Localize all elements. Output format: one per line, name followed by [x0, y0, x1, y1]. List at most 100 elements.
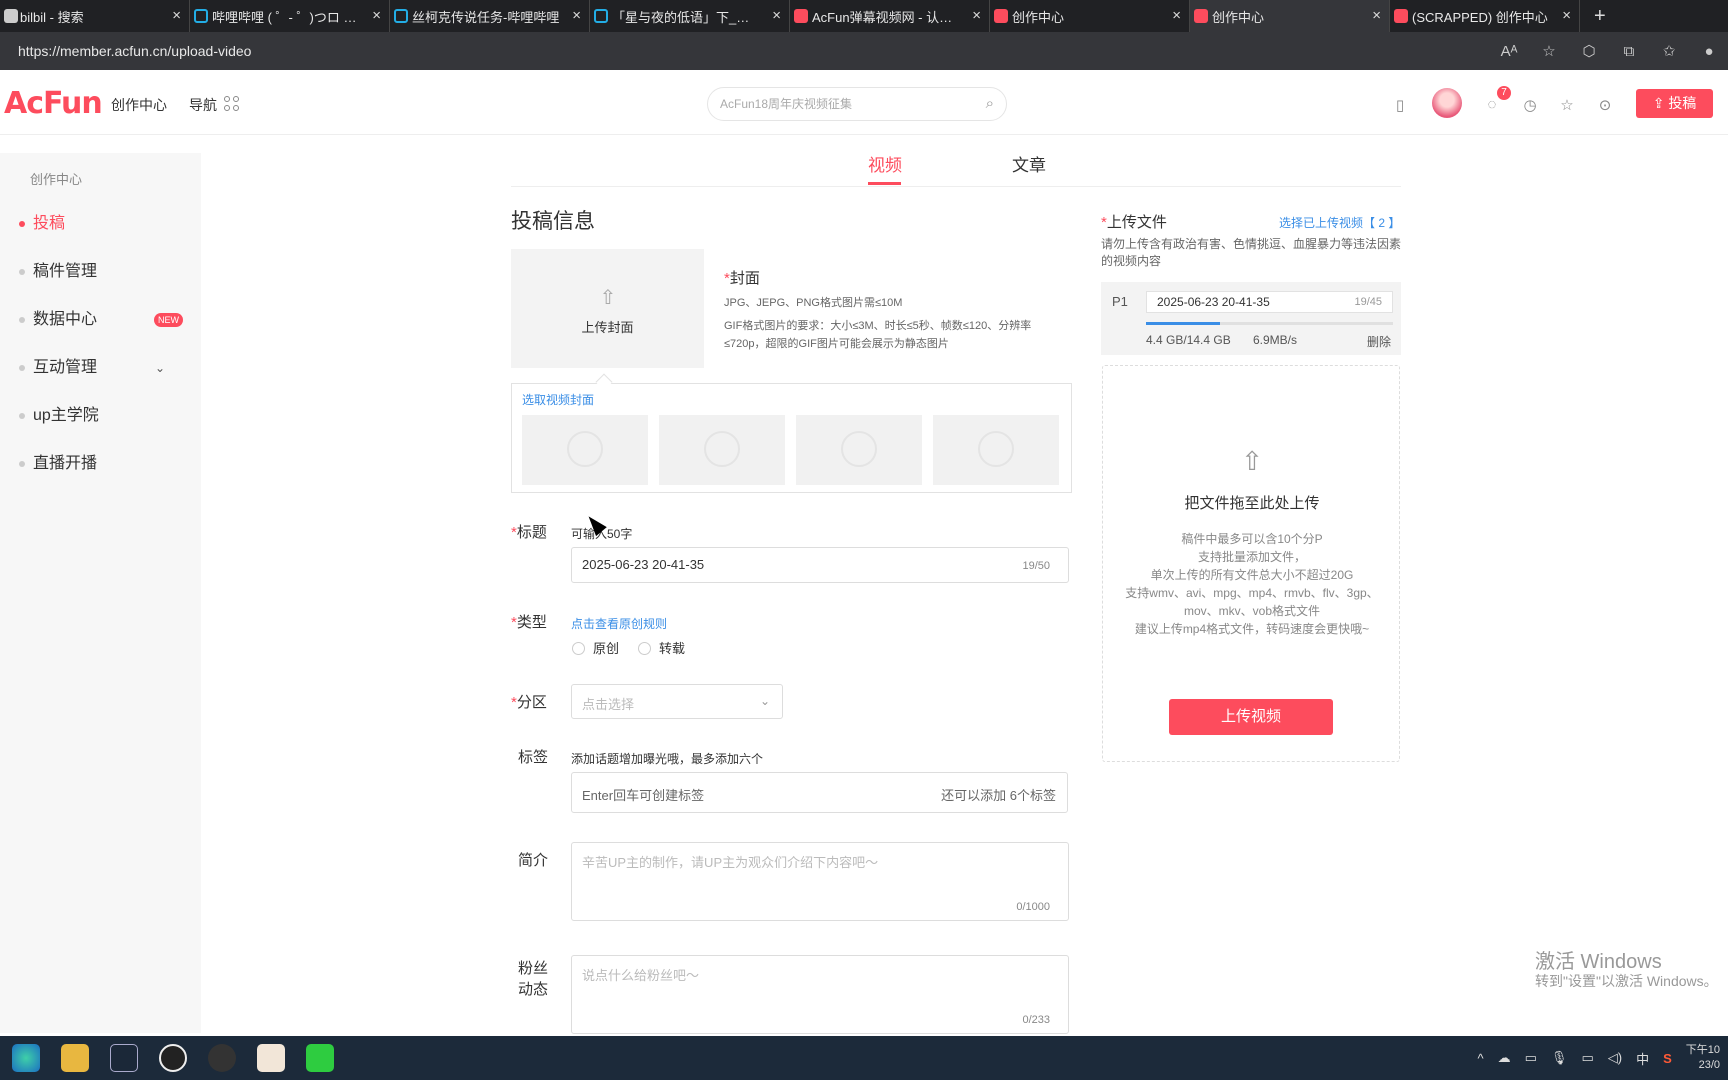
- satellite-app-icon[interactable]: [208, 1044, 236, 1072]
- cover-upload-box[interactable]: ⇧ 上传封面: [511, 249, 704, 368]
- category-select[interactable]: 点击选择 ⌄: [571, 684, 783, 719]
- title-count: 19/50: [1022, 560, 1050, 572]
- search-icon[interactable]: ⌕: [986, 88, 994, 120]
- close-icon[interactable]: ×: [1372, 7, 1381, 24]
- cover-gif-hint: GIF格式图片的要求：大小≤3M、时长≤5秒、帧数≤120、分辨率≤720p，超…: [724, 320, 1032, 350]
- volume-icon[interactable]: ◁): [1608, 1050, 1622, 1066]
- file-drop-zone[interactable]: ⇧ 把文件拖至此处上传 稿件中最多可以含10个分P 支持批量添加文件， 单次上传的所…: [1102, 365, 1400, 762]
- sidebar-item-interaction[interactable]: 互动管理 ⌄: [0, 353, 201, 383]
- cover-thumbnail[interactable]: [796, 415, 922, 485]
- tags-remaining: 还可以添加 6个标签: [941, 788, 1056, 803]
- radio-original[interactable]: 原创: [572, 638, 619, 657]
- close-icon[interactable]: ×: [772, 7, 781, 24]
- drop-hints: 稿件中最多可以含10个分P 支持批量添加文件， 单次上传的所有文件总大小不超过20G…: [1103, 530, 1401, 638]
- post-button[interactable]: ⇪ 投稿: [1636, 89, 1713, 118]
- intro-count: 0/1000: [1016, 901, 1050, 913]
- browser-tab[interactable]: bilbil - 搜索 ×: [0, 0, 190, 32]
- sogou-icon[interactable]: S: [1663, 1051, 1672, 1066]
- tab-video[interactable]: 视频: [868, 151, 902, 176]
- taskbar: ^ ☁ ▭ 🎙 ▭ ◁) 中 S 下午10 23/0: [0, 1036, 1728, 1080]
- browser-tab-bar: bilbil - 搜索 × 哔哩哔哩 ( ゜- ゜)つロ 干杯 × 丝柯克传说任务-…: [0, 0, 1728, 32]
- intro-textarea[interactable]: 辛苦UP主的制作，请UP主为观众们介绍下内容吧～ 0/1000: [571, 842, 1069, 921]
- acfun-logo[interactable]: AcFun: [4, 86, 103, 121]
- network-icon[interactable]: ▭: [1525, 1050, 1537, 1066]
- cover-thumbnail[interactable]: [522, 415, 648, 485]
- tags-input[interactable]: Enter回车可创建标签 还可以添加 6个标签: [571, 772, 1068, 813]
- acfun-favicon-icon: [994, 9, 1008, 23]
- history-icon[interactable]: ◷: [1521, 96, 1539, 114]
- new-badge: NEW: [154, 313, 183, 327]
- dot-icon: [19, 221, 25, 227]
- close-icon[interactable]: ×: [1172, 7, 1181, 24]
- creator-center-link[interactable]: 创作中心: [111, 95, 167, 115]
- edge-icon[interactable]: [12, 1044, 40, 1072]
- close-icon[interactable]: ×: [372, 7, 381, 24]
- sidebar-item-data[interactable]: 数据中心 NEW: [0, 305, 201, 335]
- read-aloud-icon[interactable]: Aᴬ: [1500, 43, 1518, 60]
- active-tab-indicator: [868, 182, 901, 185]
- upload-icon: ⇧: [599, 287, 617, 309]
- microphone-icon[interactable]: 🎙: [1551, 1050, 1568, 1066]
- chevron-up-icon[interactable]: ^: [1478, 1051, 1484, 1066]
- location-icon[interactable]: ⊙: [1596, 96, 1614, 114]
- browser-tab[interactable]: 丝柯克传说任务-哔哩哔哩 ×: [390, 0, 590, 32]
- mobile-icon[interactable]: ▯: [1391, 96, 1409, 114]
- bilibili-favicon-icon: [194, 9, 208, 23]
- sidebar: 创作中心 投稿 稿件管理 数据中心 NEW 互动管理 ⌄ up主学院 直播开播: [0, 153, 201, 1033]
- avatar[interactable]: [1432, 88, 1462, 118]
- display-icon[interactable]: ▭: [1581, 1050, 1593, 1066]
- fans-dynamic-textarea[interactable]: 说点什么给粉丝吧～ 0/233: [571, 955, 1069, 1034]
- grid-icon[interactable]: [224, 96, 239, 111]
- game-app-icon[interactable]: [257, 1044, 285, 1072]
- file-name-input[interactable]: 2025-06-23 20-41-35 19/45: [1146, 291, 1393, 313]
- original-rules-link[interactable]: 点击查看原创规则: [571, 615, 667, 632]
- close-icon[interactable]: ×: [572, 7, 581, 24]
- delete-button[interactable]: 删除: [1367, 333, 1391, 350]
- browser-tab[interactable]: AcFun弹幕视频网 - 认真你 ×: [790, 0, 990, 32]
- tab-article[interactable]: 文章: [1012, 151, 1046, 176]
- browser-tab-active[interactable]: 创作中心 ×: [1190, 0, 1390, 32]
- favorites-star-icon[interactable]: ☆: [1558, 96, 1576, 114]
- activation-watermark-hint: 转到"设置"以激活 Windows。: [1535, 973, 1718, 989]
- cover-thumbnail[interactable]: [933, 415, 1059, 485]
- close-icon[interactable]: ×: [972, 7, 981, 24]
- nav-link[interactable]: 导航: [189, 95, 217, 115]
- browser-tab[interactable]: (SCRAPPED) 创作中心 ×: [1390, 0, 1580, 32]
- sidebar-item-academy[interactable]: up主学院: [0, 401, 201, 431]
- new-tab-button[interactable]: +: [1594, 5, 1606, 28]
- cover-thumbnail[interactable]: [659, 415, 785, 485]
- split-screen-icon[interactable]: ⧉: [1620, 43, 1638, 60]
- favorites-icon[interactable]: ✩: [1660, 42, 1678, 60]
- favorite-star-icon[interactable]: ☆: [1540, 42, 1558, 60]
- ime-indicator[interactable]: 中: [1636, 1049, 1649, 1068]
- radio-repost[interactable]: 转载: [638, 638, 685, 657]
- close-icon[interactable]: ×: [1562, 7, 1571, 24]
- cover-label: *封面: [724, 270, 760, 287]
- title-input[interactable]: 2025-06-23 20-41-35 19/50: [571, 547, 1069, 583]
- close-icon[interactable]: ×: [172, 7, 181, 24]
- message-count-badge: 7: [1497, 86, 1511, 100]
- browser-tab[interactable]: 哔哩哔哩 ( ゜- ゜)つロ 干杯 ×: [190, 0, 390, 32]
- steam-icon[interactable]: [110, 1044, 138, 1072]
- obs-icon[interactable]: [159, 1044, 187, 1072]
- pick-cover-link[interactable]: 选取视频封面: [522, 391, 594, 408]
- profile-icon[interactable]: ●: [1700, 43, 1718, 60]
- file-explorer-icon[interactable]: [61, 1044, 89, 1072]
- browser-tab[interactable]: 创作中心 ×: [990, 0, 1190, 32]
- clock[interactable]: 下午10 23/0: [1686, 1043, 1720, 1073]
- sidebar-item-live[interactable]: 直播开播: [0, 449, 201, 479]
- extensions-icon[interactable]: ⬡: [1580, 42, 1598, 60]
- url-field[interactable]: https://member.acfun.cn/upload-video: [18, 43, 251, 59]
- fans-count: 0/233: [1022, 1014, 1050, 1026]
- sidebar-item-submit[interactable]: 投稿: [0, 209, 201, 239]
- search-input[interactable]: AcFun18周年庆视频征集 ⌕: [707, 87, 1007, 121]
- chevron-down-icon[interactable]: ⌄: [155, 353, 165, 383]
- sidebar-item-manage[interactable]: 稿件管理: [0, 257, 201, 287]
- choose-uploaded-link[interactable]: 选择已上传视频【 2 】: [1279, 214, 1400, 231]
- message-icon[interactable]: ◌: [1483, 96, 1501, 114]
- cloud-icon[interactable]: ☁: [1498, 1050, 1511, 1066]
- browser-tab[interactable]: 「星与夜的低语」下_哔哩 ×: [590, 0, 790, 32]
- upload-video-button[interactable]: 上传视频: [1169, 699, 1333, 735]
- drop-hint-line: 建议上传mp4格式文件，转码速度会更快哦~: [1134, 622, 1370, 636]
- video-app-icon[interactable]: [306, 1044, 334, 1072]
